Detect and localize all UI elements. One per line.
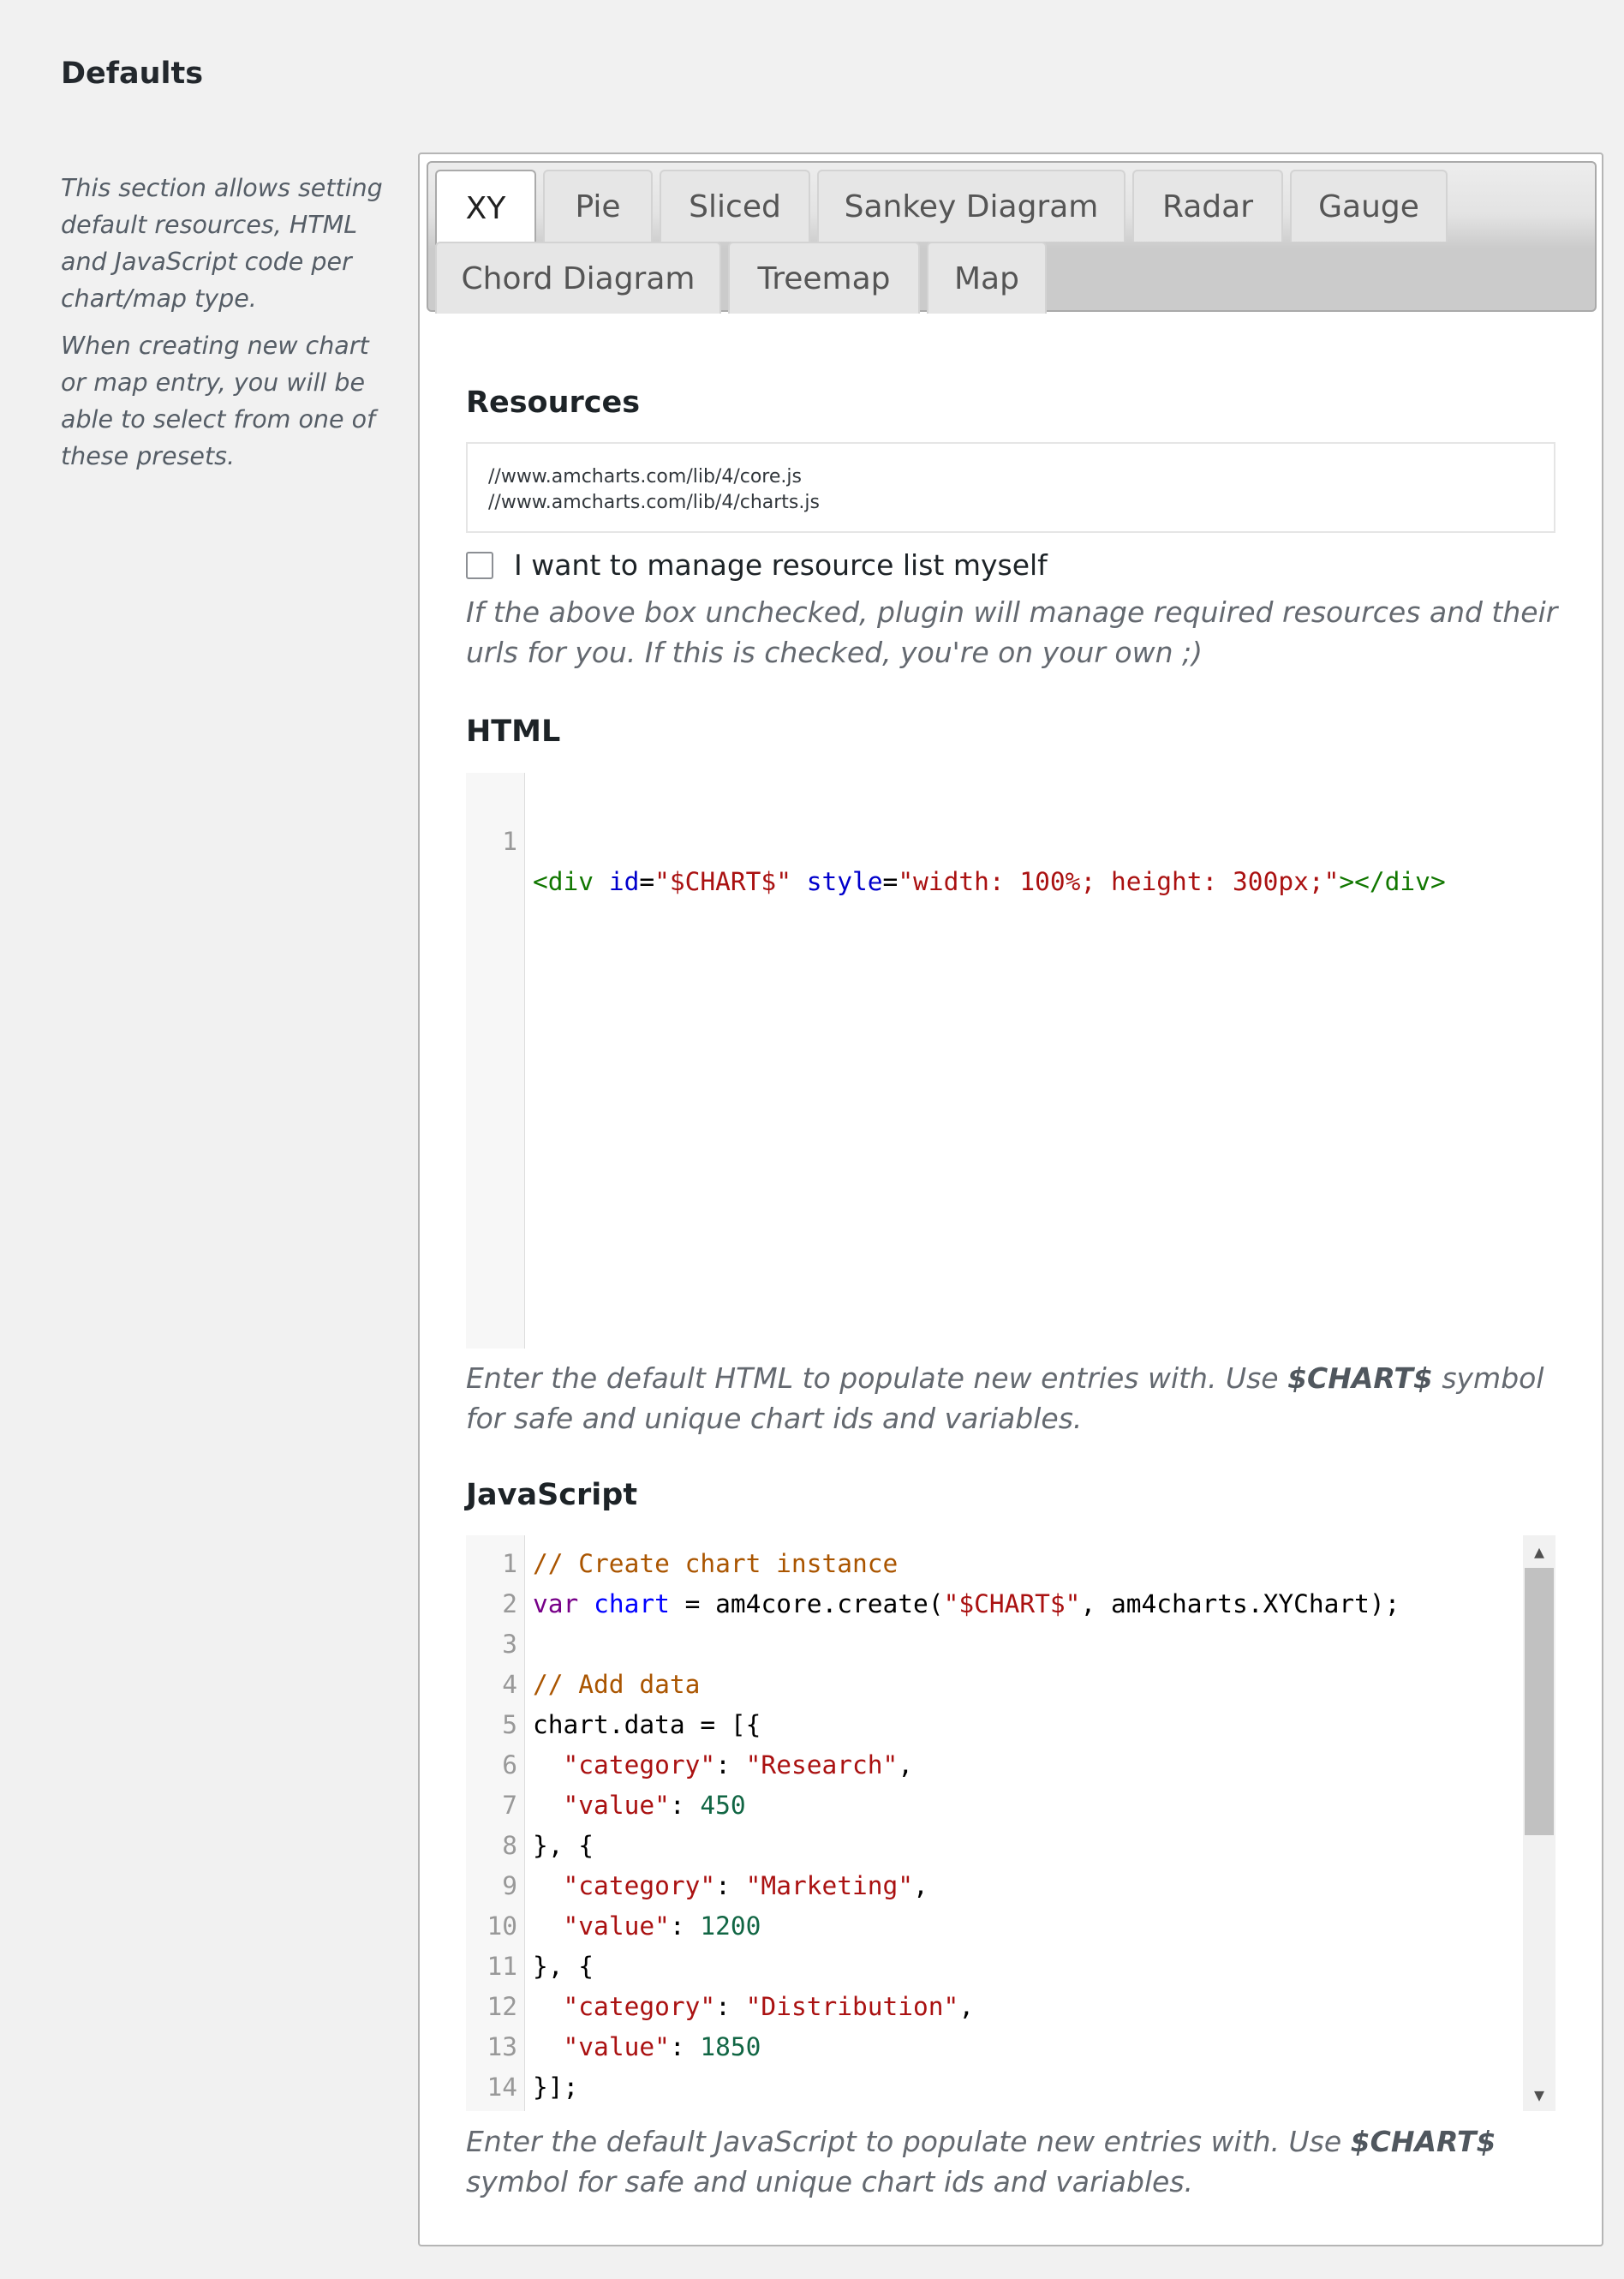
- tab-treemap[interactable]: Treemap: [728, 242, 920, 314]
- javascript-heading: JavaScript: [466, 1478, 638, 1512]
- line-number: 1: [502, 827, 517, 856]
- line-number: 3: [502, 1630, 517, 1659]
- section-title: Defaults: [61, 57, 204, 91]
- tab-sliced[interactable]: Sliced: [660, 170, 810, 242]
- scroll-up-arrow-icon[interactable]: ▲: [1523, 1535, 1555, 1568]
- line-number: 10: [487, 1911, 517, 1941]
- line-number: 8: [502, 1831, 517, 1860]
- resources-textarea[interactable]: //www.amcharts.com/lib/4/core.js //www.a…: [466, 442, 1555, 533]
- code-text: chart.data = [{: [533, 1710, 761, 1739]
- line-number: 5: [502, 1710, 517, 1739]
- code-text: }, {: [533, 1831, 594, 1860]
- line-number: 7: [502, 1791, 517, 1820]
- html-heading: HTML: [466, 715, 561, 749]
- editor-scrollbar[interactable]: ▲ ▼: [1523, 1535, 1555, 2111]
- code-text: <div id="$CHART$" style="width: 100%; he…: [533, 867, 1446, 896]
- manage-resources-row[interactable]: I want to manage resource list myself: [466, 548, 1048, 582]
- resource-line: //www.amcharts.com/lib/4/core.js: [488, 466, 802, 488]
- tab-radar[interactable]: Radar: [1132, 170, 1283, 242]
- javascript-help: Enter the default JavaScript to populate…: [466, 2121, 1571, 2202]
- line-number: 9: [502, 1871, 517, 1900]
- description-paragraph-2: When creating new chart or map entry, yo…: [61, 332, 376, 470]
- js-help-prefix: Enter the default JavaScript to populate…: [466, 2125, 1351, 2158]
- code-text: // Create chart instance: [533, 1549, 899, 1578]
- tab-pie[interactable]: Pie: [543, 170, 653, 242]
- code-text: "category": "Research",: [563, 1750, 914, 1780]
- tab-xy[interactable]: XY: [435, 170, 536, 245]
- manage-resources-checkbox[interactable]: [466, 551, 493, 579]
- js-help-symbol: $CHART$: [1350, 2125, 1496, 2158]
- chart-type-tabs: XY Pie Sliced Sankey Diagram Radar Gauge…: [427, 161, 1597, 314]
- code-text: "category": "Marketing",: [563, 1871, 928, 1900]
- line-number: 1: [502, 1549, 517, 1578]
- code-text: "value": 1850: [563, 2032, 761, 2061]
- code-text: "value": 1200: [563, 1911, 761, 1941]
- js-help-suffix: symbol for safe and unique chart ids and…: [466, 2165, 1194, 2198]
- tab-map[interactable]: Map: [927, 242, 1047, 314]
- code-text: var chart = am4core.create("$CHART$", am…: [533, 1589, 1400, 1618]
- code-text: }];: [533, 2073, 579, 2102]
- code-text: }, {: [533, 1952, 594, 1981]
- line-number: 2: [502, 1589, 517, 1618]
- description-paragraph-1: This section allows setting default reso…: [61, 174, 383, 313]
- scrollbar-thumb[interactable]: [1525, 1568, 1554, 1835]
- html-code-editor[interactable]: 1 <div id="$CHART$" style="width: 100%; …: [466, 773, 1555, 1349]
- resources-help: If the above box unchecked, plugin will …: [466, 595, 1558, 669]
- line-number: 11: [487, 1952, 517, 1981]
- html-help-symbol: $CHART$: [1287, 1361, 1433, 1395]
- code-text: "category": "Distribution",: [563, 1992, 975, 2021]
- resources-heading: Resources: [466, 386, 641, 420]
- code-text: // Add data: [533, 1670, 701, 1699]
- scroll-down-arrow-icon[interactable]: ▼: [1523, 2079, 1555, 2111]
- code-line: 1 <div id="$CHART$" style="width: 100%; …: [466, 781, 1445, 896]
- tab-chord-diagram[interactable]: Chord Diagram: [435, 242, 721, 314]
- line-number: 13: [487, 2032, 517, 2061]
- line-number: 14: [487, 2073, 517, 2102]
- line-number: 12: [487, 1992, 517, 2021]
- manage-resources-label: I want to manage resource list myself: [514, 548, 1048, 582]
- line-number: 6: [502, 1750, 517, 1780]
- section-description: This section allows setting default reso…: [61, 170, 395, 485]
- html-help: Enter the default HTML to populate new e…: [466, 1358, 1571, 1439]
- tab-gauge[interactable]: Gauge: [1290, 170, 1448, 242]
- line-number: 4: [502, 1670, 517, 1699]
- tab-sankey-diagram[interactable]: Sankey Diagram: [817, 170, 1125, 242]
- html-help-prefix: Enter the default HTML to populate new e…: [466, 1361, 1288, 1395]
- code-text: "value": 450: [563, 1791, 746, 1820]
- javascript-code-editor[interactable]: ▲ ▼ 1 // Create chart instance 2 var chart …: [466, 1535, 1555, 2111]
- resource-line: //www.amcharts.com/lib/4/charts.js: [488, 492, 820, 513]
